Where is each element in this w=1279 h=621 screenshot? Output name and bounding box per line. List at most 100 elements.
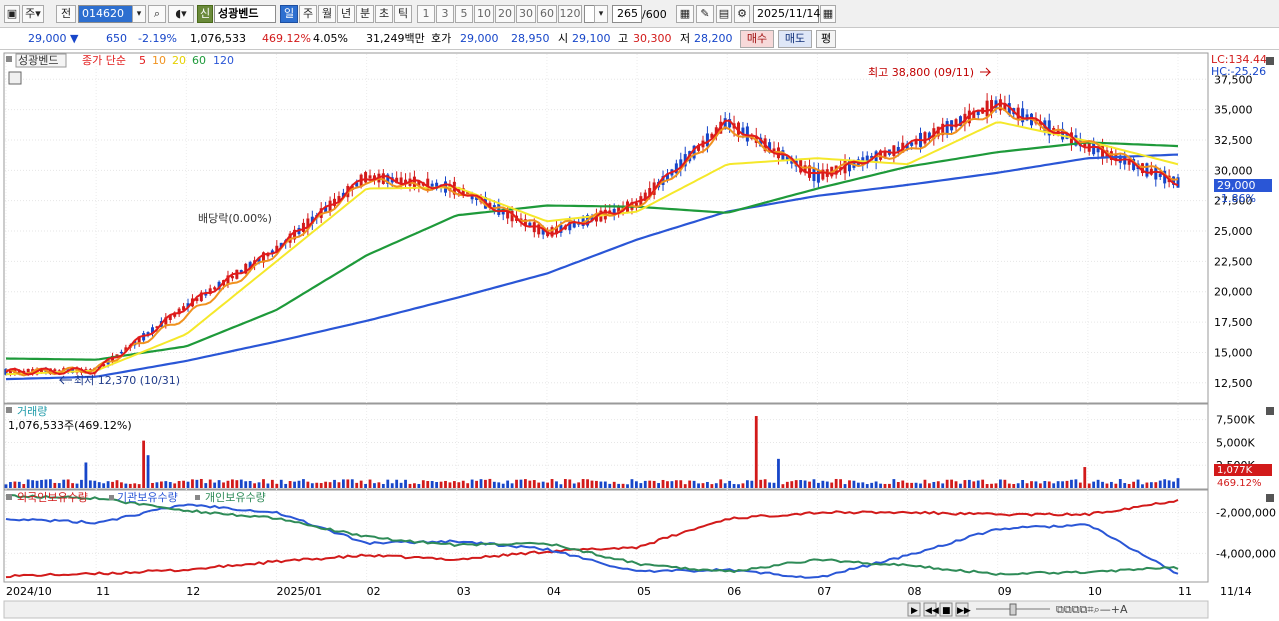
calculator-icon[interactable] — [8, 71, 22, 85]
volume-bar — [586, 479, 589, 488]
interval-20[interactable]: 20 — [495, 5, 515, 23]
volume-bar — [1030, 481, 1033, 488]
volume-bar — [350, 479, 354, 488]
period-year[interactable]: 년 — [337, 5, 355, 23]
x-axis-label: 09 — [998, 585, 1012, 598]
volume-bar — [97, 482, 101, 488]
volume-bar — [652, 480, 656, 488]
volume-bar — [927, 483, 931, 488]
volume-bar — [546, 482, 550, 488]
volume-bar — [754, 416, 758, 488]
volume-bar — [967, 479, 971, 488]
buy-button[interactable]: 매수 — [740, 30, 774, 48]
draw-icon[interactable]: ✎ — [696, 5, 714, 23]
period-day[interactable]: 일 — [280, 5, 298, 23]
volume-bar — [888, 483, 891, 488]
legend-ma120: 120 — [213, 54, 234, 67]
holdings-panel-close-icon[interactable] — [1266, 494, 1274, 502]
volume-bar — [159, 481, 163, 488]
interval-3[interactable]: 3 — [436, 5, 454, 23]
volume-bar — [692, 480, 696, 488]
volume-bar — [559, 484, 563, 488]
volume-bar — [461, 480, 465, 488]
volume-bar — [577, 482, 581, 488]
volume-bar — [435, 481, 439, 488]
count-input[interactable]: 265 — [612, 5, 642, 23]
x-axis-label: 11 — [96, 585, 110, 598]
period-tick[interactable]: 틱 — [394, 5, 412, 23]
chart-svg[interactable]: 37,50035,00032,50030,00027,50025,00022,5… — [0, 51, 1279, 621]
volume-panel-close-icon[interactable] — [1266, 407, 1274, 415]
speaker-icon[interactable]: ◖▾ — [168, 5, 194, 23]
period-week[interactable]: 주 — [299, 5, 317, 23]
window-menu-icon[interactable]: ▣ — [4, 5, 20, 23]
interval-dropdown-icon[interactable]: ▾ — [594, 5, 608, 23]
volume-bar — [355, 482, 359, 488]
legend-label: 종가 단순 — [82, 54, 126, 67]
volume-value: 1,076,533 — [190, 32, 246, 45]
volume-bar — [879, 483, 882, 488]
grid-icon[interactable]: ▦ — [676, 5, 694, 23]
volume-bar — [519, 479, 523, 488]
low-price: 28,200 — [694, 32, 733, 45]
period-second[interactable]: 초 — [375, 5, 393, 23]
interval-10[interactable]: 10 — [474, 5, 494, 23]
interval-30[interactable]: 30 — [516, 5, 536, 23]
prev-button[interactable]: 전 — [56, 5, 76, 23]
view-toggle-icons[interactable]: ⧉⧉⧉⧉⌗⌕—+A — [1056, 603, 1128, 616]
volume-bar — [865, 484, 869, 488]
volume-bar — [919, 483, 922, 488]
volume-bar — [932, 481, 936, 488]
volume-bar — [848, 480, 851, 488]
volume-bar — [781, 484, 785, 488]
stock-name-field[interactable]: 성광벤드 — [214, 5, 276, 23]
volume-bar — [812, 479, 816, 488]
eval-button[interactable]: 평 — [816, 30, 836, 48]
volume-bar — [430, 481, 434, 488]
volume-bar — [1056, 481, 1060, 488]
period-month[interactable]: 월 — [318, 5, 336, 23]
volume-bar — [1070, 479, 1073, 488]
max-annotation: 최고 38,800 (09/11) — [868, 66, 974, 79]
search-icon[interactable]: ⌕ — [148, 5, 166, 23]
volume-bar — [1163, 479, 1167, 488]
interval-120[interactable]: 120 — [558, 5, 582, 23]
count-total: /600 — [642, 8, 667, 21]
volume-bar — [452, 481, 456, 488]
code-dropdown-icon[interactable]: ▾ — [132, 5, 146, 23]
volume-bar — [1065, 480, 1069, 488]
interval-60[interactable]: 60 — [537, 5, 557, 23]
volume-bar — [373, 483, 376, 488]
volume-bar — [910, 482, 914, 488]
zoom-slider-handle[interactable] — [1009, 603, 1017, 616]
sell-button[interactable]: 매도 — [778, 30, 812, 48]
volume-bar — [57, 483, 61, 488]
volume-bar — [173, 483, 177, 488]
volume-bar — [843, 484, 847, 488]
price-panel-close-icon[interactable] — [1266, 57, 1274, 65]
volume-bar — [439, 481, 443, 488]
period-minute[interactable]: 분 — [356, 5, 374, 23]
volume-bar — [1087, 483, 1091, 488]
volume-bar — [714, 483, 718, 488]
code-mode-select[interactable]: 주▾ — [22, 5, 44, 23]
volume-bar — [905, 482, 909, 488]
volume-bar — [306, 481, 310, 488]
min-annotation: 최저 12,370 (10/31) — [74, 374, 180, 387]
volume-bar — [368, 479, 372, 488]
date-input[interactable]: 2025/11/14 — [753, 5, 820, 23]
save-icon[interactable]: ▤ — [716, 5, 732, 23]
volume-bar — [1043, 481, 1047, 488]
volume-bar — [941, 483, 945, 488]
volume-bar — [199, 478, 203, 488]
volume-bar — [1158, 480, 1162, 488]
interval-5[interactable]: 5 — [455, 5, 473, 23]
volume-bar — [1047, 481, 1051, 488]
chart-area: 37,500 35,000 32,500 30,000 27,500 25,000 22,5… — [0, 51, 1279, 621]
volume-bar — [825, 481, 829, 488]
gear-icon[interactable]: ⚙ — [734, 5, 750, 23]
volume-bar — [222, 482, 225, 488]
calendar-icon[interactable]: ▦ — [820, 5, 836, 23]
interval-1[interactable]: 1 — [417, 5, 435, 23]
volume-bar — [22, 484, 26, 488]
